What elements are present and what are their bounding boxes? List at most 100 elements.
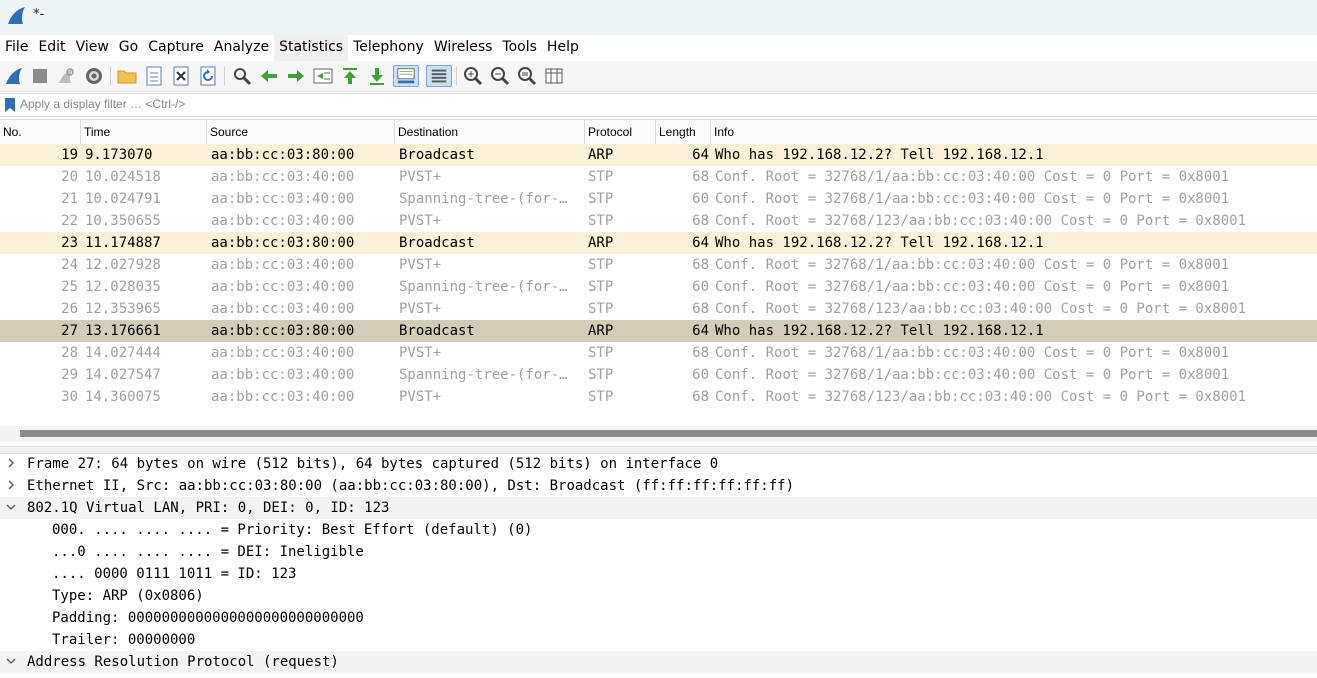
detail-tree-item[interactable]: Padding: 0000000000000000000000000000	[0, 607, 1317, 629]
column-header-length[interactable]: Length	[656, 120, 711, 144]
chevron-right-icon[interactable]	[4, 453, 18, 475]
cell-source: aa:bb:cc:03:40:00	[211, 213, 355, 229]
packet-row[interactable]: 27 13.176661 aa:bb:cc:03:80:00 Broadcast ARP…	[0, 320, 1317, 342]
detail-tree-label: Frame 27: 64 bytes on wire (512 bits), 6…	[27, 456, 719, 472]
menu-statistics[interactable]: Statistics	[274, 35, 349, 61]
chevron-down-icon[interactable]	[4, 651, 18, 673]
cell-info: Conf. Root = 32768/123/aa:bb:cc:03:40:00…	[715, 213, 1247, 229]
zoom-in-icon[interactable]	[462, 65, 484, 87]
detail-tree-label: Ethernet II, Src: aa:bb:cc:03:80:00 (aa:…	[27, 478, 795, 494]
cell-destination: Broadcast	[399, 235, 475, 251]
cell-length: 60	[692, 191, 709, 207]
cell-no: 24	[61, 257, 78, 273]
menu-view[interactable]: View	[71, 35, 114, 61]
menu-file[interactable]: File	[0, 35, 33, 61]
find-packet-magnifier-icon[interactable]	[231, 65, 253, 87]
column-header-info[interactable]: Info	[711, 120, 1317, 144]
cell-source: aa:bb:cc:03:40:00	[211, 169, 355, 185]
menu-wireless[interactable]: Wireless	[429, 35, 498, 61]
cell-no: 26	[61, 301, 78, 317]
cell-source: aa:bb:cc:03:40:00	[211, 279, 355, 295]
resize-columns-icon[interactable]	[543, 65, 565, 87]
cell-protocol: STP	[588, 367, 614, 383]
column-header-protocol[interactable]: Protocol	[585, 120, 656, 144]
cell-no: 25	[61, 279, 78, 295]
packet-row[interactable]: 21 10.024791 aa:bb:cc:03:40:00 Spanning-tre…	[0, 188, 1317, 210]
cell-destination: Spanning-tree-(for-…	[399, 367, 568, 383]
packet-list-scrollbar-thumb[interactable]	[20, 430, 1317, 437]
normal-size-icon[interactable]	[516, 65, 538, 87]
cell-time: 9.173070	[85, 147, 153, 163]
detail-tree-item[interactable]: Ethernet II, Src: aa:bb:cc:03:80:00 (aa:…	[0, 475, 1317, 497]
title-bar: *-	[0, 0, 1317, 35]
packet-row[interactable]: 28 14.027444 aa:bb:cc:03:40:00 PVST+ STP 68 Co…	[0, 342, 1317, 364]
menu-go[interactable]: Go	[114, 35, 143, 61]
go-first-packet-icon[interactable]	[339, 65, 361, 87]
close-file-icon[interactable]	[170, 65, 192, 87]
colorize-packet-list-icon[interactable]	[426, 65, 452, 87]
column-header-source[interactable]: Source	[207, 120, 395, 144]
cell-destination: PVST+	[399, 301, 442, 317]
detail-tree-item[interactable]: Type: ARP (0x0806)	[0, 585, 1317, 607]
filter-bookmark-icon[interactable]	[3, 97, 17, 113]
detail-tree-item[interactable]: ...0 .... .... .... = DEI: Ineligible	[0, 541, 1317, 563]
detail-tree-item[interactable]: Frame 27: 64 bytes on wire (512 bits), 6…	[0, 453, 1317, 475]
packet-row[interactable]: 29 14.027547 aa:bb:cc:03:40:00 Spanning-tre…	[0, 364, 1317, 386]
cell-source: aa:bb:cc:03:80:00	[211, 323, 355, 339]
menu-tools[interactable]: Tools	[497, 35, 542, 61]
packet-row[interactable]: 20 10.024518 aa:bb:cc:03:40:00 PVST+ STP 68 Co…	[0, 166, 1317, 188]
stop-capture-icon[interactable]	[29, 65, 51, 87]
packet-row[interactable]: 23 11.174887 aa:bb:cc:03:80:00 Broadcast ARP…	[0, 232, 1317, 254]
cell-time: 14.027547	[85, 367, 161, 383]
detail-tree-item[interactable]: 000. .... .... .... = Priority: Best Eff…	[0, 519, 1317, 541]
cell-length: 64	[692, 235, 709, 251]
menu-edit[interactable]: Edit	[33, 35, 70, 61]
cell-time: 12.028035	[85, 279, 161, 295]
go-to-packet-icon[interactable]	[312, 65, 334, 87]
wireshark-fin-icon	[8, 7, 25, 24]
cell-protocol: ARP	[588, 235, 614, 251]
detail-tree-item[interactable]: .... 0000 0111 1011 = ID: 123	[0, 563, 1317, 585]
menu-analyze[interactable]: Analyze	[209, 35, 274, 61]
display-filter-input[interactable]	[20, 94, 1310, 114]
packet-row[interactable]: 24 12.027928 aa:bb:cc:03:40:00 PVST+ STP 68 Co…	[0, 254, 1317, 276]
packet-row[interactable]: 30 14.360075 aa:bb:cc:03:40:00 PVST+ STP 68 Co…	[0, 386, 1317, 408]
packet-row[interactable]: 26 12.353965 aa:bb:cc:03:40:00 PVST+ STP 68 Co…	[0, 298, 1317, 320]
column-header-destination[interactable]: Destination	[395, 120, 585, 144]
reload-file-icon[interactable]	[197, 65, 219, 87]
column-header-no[interactable]: No.	[0, 120, 81, 144]
detail-tree-item[interactable]: Trailer: 00000000	[0, 629, 1317, 651]
autoscroll-icon[interactable]	[393, 65, 419, 87]
restart-capture-icon[interactable]	[55, 65, 77, 87]
cell-no: 23	[61, 235, 78, 251]
go-back-arrow-icon[interactable]	[258, 65, 280, 87]
chevron-right-icon[interactable]	[4, 475, 18, 497]
capture-options-gear-icon[interactable]	[83, 65, 105, 87]
cell-no: 20	[61, 169, 78, 185]
column-header-time[interactable]: Time	[81, 120, 207, 144]
packet-details-tree[interactable]: Frame 27: 64 bytes on wire (512 bits), 6…	[0, 453, 1317, 678]
menu-telephony[interactable]: Telephony	[348, 35, 429, 61]
cell-info: Who has 192.168.12.2? Tell 192.168.12.1	[715, 147, 1044, 163]
cell-info: Who has 192.168.12.2? Tell 192.168.12.1	[715, 235, 1044, 251]
packet-row[interactable]: 22 10.350655 aa:bb:cc:03:40:00 PVST+ STP 68 Co…	[0, 210, 1317, 232]
cell-source: aa:bb:cc:03:80:00	[211, 147, 355, 163]
save-file-icon[interactable]	[143, 65, 165, 87]
packet-row[interactable]: 25 12.028035 aa:bb:cc:03:40:00 Spanning-tre…	[0, 276, 1317, 298]
zoom-out-icon[interactable]	[489, 65, 511, 87]
packet-row[interactable]: 19 9.173070 aa:bb:cc:03:80:00 Broadcast ARP 6…	[0, 144, 1317, 166]
chevron-down-icon[interactable]	[4, 497, 18, 519]
cell-length: 68	[692, 345, 709, 361]
menu-capture[interactable]: Capture	[143, 35, 209, 61]
toolbar-separator	[224, 67, 225, 85]
detail-tree-item[interactable]: 802.1Q Virtual LAN, PRI: 0, DEI: 0, ID: …	[0, 497, 1317, 519]
detail-tree-item[interactable]: Address Resolution Protocol (request)	[0, 651, 1317, 673]
cell-destination: PVST+	[399, 257, 442, 273]
packet-list[interactable]: 19 9.173070 aa:bb:cc:03:80:00 Broadcast ARP 6…	[0, 144, 1317, 419]
detail-tree-label: 802.1Q Virtual LAN, PRI: 0, DEI: 0, ID: …	[27, 500, 390, 516]
open-folder-icon[interactable]	[116, 65, 138, 87]
go-forward-arrow-icon[interactable]	[285, 65, 307, 87]
start-capture-icon[interactable]	[3, 65, 25, 87]
menu-help[interactable]: Help	[542, 35, 584, 61]
go-last-packet-icon[interactable]	[366, 65, 388, 87]
